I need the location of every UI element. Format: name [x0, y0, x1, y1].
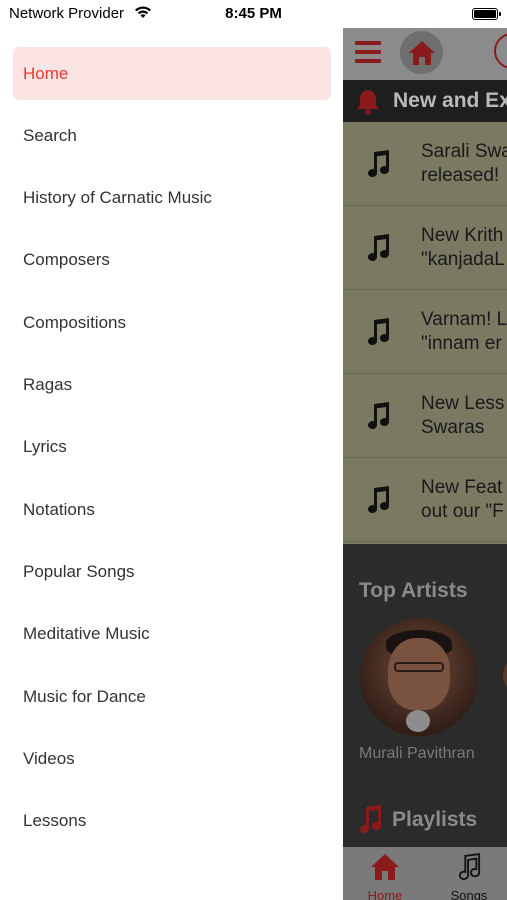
news-item[interactable]: New Feat out our "F: [343, 458, 507, 542]
news-item-text: Sarali Swa released!: [421, 141, 507, 186]
artist-avatar[interactable]: [360, 618, 478, 736]
battery-icon: [472, 8, 501, 20]
music-note-icon: [360, 805, 382, 834]
music-note-icon: [368, 150, 390, 178]
drawer-item-lessons[interactable]: Lessons: [13, 794, 331, 847]
news-item[interactable]: New Less Swaras: [343, 374, 507, 458]
news-item-text: New Krith "kanjadaL: [421, 225, 505, 270]
drawer-item-label: Videos: [23, 748, 75, 768]
home-button[interactable]: [400, 31, 443, 74]
music-note-icon: [368, 402, 390, 430]
artist-name: Murali Pavithran: [359, 745, 475, 762]
tab-home[interactable]: Home: [349, 853, 421, 900]
music-note-icon: [368, 234, 390, 262]
music-note-icon: [368, 486, 390, 514]
news-item-text: Varnam! L "innam er: [421, 309, 507, 354]
drawer-item-meditative-music[interactable]: Meditative Music: [13, 607, 331, 660]
news-item-text: New Less Swaras: [421, 393, 505, 438]
drawer-item-compositions[interactable]: Compositions: [13, 296, 331, 349]
news-item-text: New Feat out our "F: [421, 477, 504, 522]
drawer-item-notations[interactable]: Notations: [13, 483, 331, 536]
drawer-item-label: Compositions: [23, 312, 126, 332]
drawer-item-label: Ragas: [23, 374, 73, 394]
status-bar: Network Provider 8:45 PM: [0, 0, 507, 28]
drawer-item-label: Home: [23, 63, 69, 83]
home-icon: [408, 40, 435, 65]
clock: 8:45 PM: [225, 5, 282, 22]
drawer-item-music-for-dance[interactable]: Music for Dance: [13, 670, 331, 723]
drawer-item-label: History of Carnatic Music: [23, 187, 212, 207]
app-logo: [494, 33, 507, 69]
tab-label: Songs: [450, 888, 488, 900]
navigation-drawer: Home Search History of Carnatic Music Co…: [0, 28, 343, 900]
background-app-overlay[interactable]: New and Ex Sarali Swa released! New Krit…: [343, 25, 507, 900]
tab-songs[interactable]: Songs: [433, 853, 505, 900]
artist-avatar[interactable]: [503, 655, 507, 695]
news-header: New and Ex: [343, 80, 507, 122]
drawer-item-lyrics[interactable]: Lyrics: [13, 420, 331, 473]
news-item[interactable]: Varnam! L "innam er: [343, 290, 507, 374]
drawer-item-label: Lessons: [23, 810, 87, 830]
app-header: [343, 25, 507, 80]
news-item[interactable]: Sarali Swa released!: [343, 122, 507, 206]
drawer-item-home[interactable]: Home: [13, 47, 331, 100]
home-icon: [371, 854, 399, 880]
drawer-item-label: Meditative Music: [23, 623, 150, 643]
drawer-item-label: Notations: [23, 499, 95, 519]
drawer-item-history[interactable]: History of Carnatic Music: [13, 171, 331, 224]
tab-label: Home: [367, 888, 403, 900]
drawer-item-label: Composers: [23, 249, 110, 269]
drawer-item-search[interactable]: Search: [13, 109, 331, 162]
bell-icon: [357, 90, 379, 115]
top-artists-title: Top Artists: [359, 579, 468, 602]
drawer-item-popular-songs[interactable]: Popular Songs: [13, 545, 331, 598]
drawer-item-composers[interactable]: Composers: [13, 233, 331, 286]
drawer-item-label: Lyrics: [23, 436, 67, 456]
tab-bar: Home Songs: [343, 847, 507, 900]
news-list: Sarali Swa released! New Krith "kanjadaL…: [343, 122, 507, 544]
news-title: New and Ex: [393, 89, 507, 112]
music-note-icon: [458, 853, 481, 880]
news-item[interactable]: New Krith "kanjadaL: [343, 206, 507, 290]
hamburger-icon[interactable]: [355, 41, 381, 63]
drawer-item-label: Music for Dance: [23, 686, 146, 706]
drawer-item-label: Search: [23, 125, 77, 145]
drawer-item-ragas[interactable]: Ragas: [13, 358, 331, 411]
music-note-icon: [368, 318, 390, 346]
drawer-item-label: Popular Songs: [23, 561, 135, 581]
drawer-item-videos[interactable]: Videos: [13, 732, 331, 785]
playlists-title: Playlists: [392, 808, 478, 831]
